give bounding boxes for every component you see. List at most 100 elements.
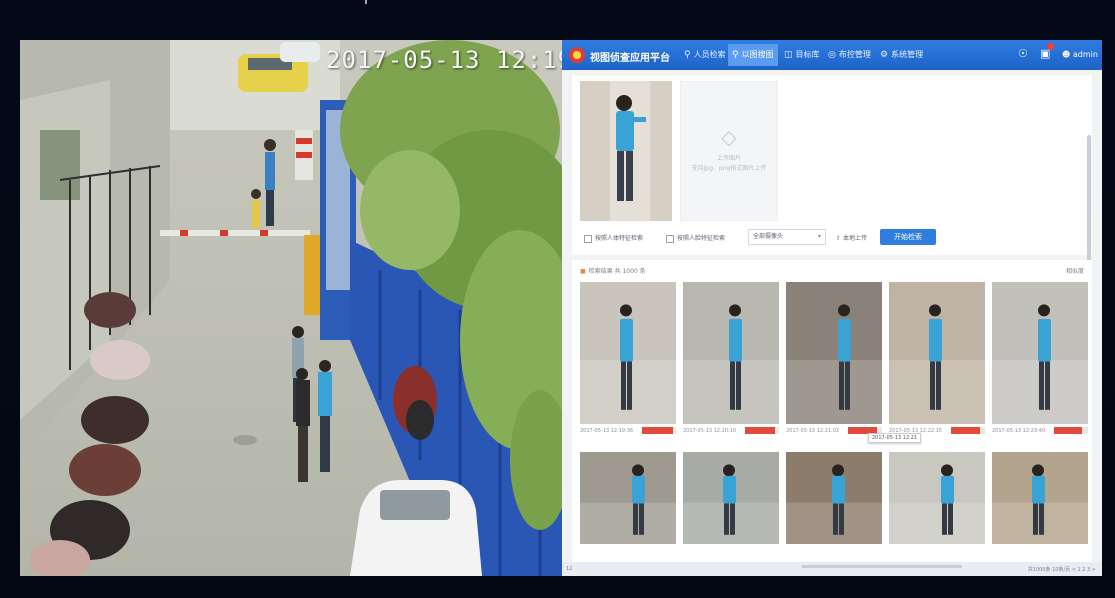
nav-item-image-search[interactable]: ⚲ 以图搜图 — [728, 44, 778, 66]
list-icon: ■ — [580, 268, 586, 275]
top-navbar: 视图侦查应用平台 ⚲ 人员检索 ⚲ 以图搜图 ◫ 目标库 ◎ 布控管理 ⚙ 系统管理 ☉ … — [562, 40, 1102, 70]
nav-item-target-library[interactable]: ◫ 目标库 — [780, 44, 824, 66]
sort-by-similarity[interactable]: 相似度 — [1066, 266, 1084, 275]
upload-title: 上传图片 — [716, 155, 741, 162]
query-person-figure — [580, 81, 672, 221]
face-feature-checkbox[interactable]: 按照人脸特征检索 — [666, 233, 725, 243]
result-card[interactable]: 2017-05-13 12:23:40 — [992, 282, 1088, 436]
results-header: ■ 检索结果 共 1000 条 — [580, 266, 646, 275]
similarity-fill — [745, 427, 775, 434]
start-search-button[interactable]: 开始检索 — [880, 229, 936, 245]
database-icon: ◫ — [784, 50, 793, 60]
police-badge-logo — [569, 47, 585, 63]
user-icon: ☻ — [1062, 50, 1071, 59]
result-timestamp: 2017-05-13 12:23:40 — [992, 428, 1046, 434]
camera-upload-icon: ◇ — [721, 125, 737, 149]
person-figure — [580, 282, 676, 424]
result-card[interactable]: 2017-05-13 12:20:10 — [683, 282, 779, 436]
chevron-down-icon: ▾ — [817, 233, 821, 240]
nav-label: 布控管理 — [838, 50, 871, 59]
person-figure — [580, 452, 676, 544]
result-thumbnail — [889, 452, 985, 544]
person-figure — [786, 282, 882, 424]
cctv-scene — [20, 40, 562, 576]
nav-item-person-search[interactable]: ⚲ 人员检索 — [680, 44, 730, 66]
result-card[interactable] — [786, 452, 882, 544]
result-card[interactable] — [580, 452, 676, 544]
user-name: admin — [1072, 50, 1098, 59]
result-thumbnail — [580, 452, 676, 544]
nav-label: 以图搜图 — [741, 50, 774, 59]
result-timestamp: 2017-05-13 12:19:36 — [580, 428, 634, 434]
similarity-fill — [951, 427, 980, 434]
person-figure — [683, 452, 779, 544]
similarity-bar — [951, 427, 985, 434]
upload-button-label: 本地上传 — [842, 235, 867, 242]
local-upload-button[interactable]: ⇧ 本地上传 — [836, 233, 867, 242]
result-thumbnail — [889, 282, 985, 424]
nav-label: 系统管理 — [891, 50, 924, 59]
cctv-feed: 2017-05-13 12:19:36 — [20, 40, 562, 576]
result-tooltip: 2017-05-13 12:21 — [868, 433, 922, 443]
result-thumbnail — [992, 282, 1088, 424]
cctv-timestamp: 2017-05-13 12:19:36 — [326, 46, 562, 74]
upload-icon: ⇧ — [836, 235, 842, 242]
top-marker — [365, 0, 367, 4]
upload-image-dropzone[interactable]: ◇ 上传图片 支持jpg、png格式图片上传 — [680, 81, 778, 221]
nav-item-system[interactable]: ⚙ 系统管理 — [876, 44, 927, 66]
status-left: 12 — [566, 566, 573, 572]
notification-badge — [1047, 43, 1055, 50]
query-image — [580, 81, 672, 221]
result-meta: 2017-05-13 12:19:36 — [580, 426, 676, 436]
result-timestamp: 2017-05-13 12:21:02 — [786, 428, 840, 434]
result-card[interactable]: 2017-05-13 12:19:36 — [580, 282, 676, 436]
nav-label: 目标库 — [795, 50, 820, 59]
filter-row: 按照人体特征检索 按照人脸特征检索 全部摄像头 ▾ ⇧ 本地上传 开始检索 — [584, 228, 1084, 248]
app-title: 视图侦查应用平台 — [590, 53, 670, 64]
horizontal-scrollbar[interactable] — [802, 565, 962, 568]
result-card[interactable] — [683, 452, 779, 544]
upload-hint: 支持jpg、png格式图片上传 — [691, 165, 767, 172]
nav-item-surveillance[interactable]: ◎ 布控管理 — [824, 44, 875, 66]
result-timestamp: 2017-05-13 12:20:10 — [683, 428, 737, 434]
result-thumbnail — [786, 282, 882, 424]
image-search-icon: ⚲ — [732, 50, 739, 60]
body-feature-checkbox[interactable]: 按照人体特征检索 — [584, 233, 643, 243]
result-thumbnail — [683, 282, 779, 424]
user-menu[interactable]: ☻ admin — [1062, 50, 1098, 59]
status-bar: 12 共1000条 10条/页 < 1 2 3 > — [562, 562, 1102, 576]
result-thumbnail — [580, 282, 676, 424]
settings-icon: ⚙ — [880, 50, 889, 60]
person-figure — [889, 452, 985, 544]
similarity-fill — [642, 427, 674, 434]
person-figure — [889, 282, 985, 424]
pagination[interactable]: 共1000条 10条/页 < 1 2 3 > — [1028, 566, 1096, 573]
similarity-bar — [745, 427, 779, 434]
checkbox-label: 按照人体特征检索 — [595, 235, 644, 242]
select-value: 全部摄像头 — [753, 233, 784, 240]
query-panel: ◇ 上传图片 支持jpg、png格式图片上传 按照人体特征检索 按照人脸特征检索… — [572, 75, 1092, 295]
target-icon: ◎ — [828, 50, 836, 60]
person-figure — [992, 282, 1088, 424]
result-card[interactable] — [889, 452, 985, 544]
result-card[interactable] — [992, 452, 1088, 544]
person-figure — [683, 282, 779, 424]
result-card[interactable]: 2017-05-13 12:21:02 — [786, 282, 882, 436]
result-thumbnail — [786, 452, 882, 544]
help-icon[interactable]: ☉ — [1018, 47, 1028, 60]
result-thumbnail — [683, 452, 779, 544]
result-meta: 2017-05-13 12:23:40 — [992, 426, 1088, 436]
camera-select[interactable]: 全部摄像头 ▾ — [748, 229, 826, 245]
screen: 2017-05-13 12:19:36 视图侦查应用平台 ⚲人员检索 ⚲以图搜图… — [0, 0, 1115, 598]
results-count: 检索结果 共 1000 条 — [588, 268, 646, 275]
results-panel: ■ 检索结果 共 1000 条 相似度 2017-05-13 12:19:36 20… — [572, 260, 1092, 570]
similarity-fill — [1054, 427, 1082, 434]
checkbox-box — [584, 234, 592, 243]
person-figure — [992, 452, 1088, 544]
result-thumbnail — [992, 452, 1088, 544]
result-meta: 2017-05-13 12:20:10 — [683, 426, 779, 436]
result-card[interactable]: 2017-05-13 12:22:15 — [889, 282, 985, 436]
similarity-bar — [1054, 427, 1088, 434]
similarity-bar — [642, 427, 676, 434]
notification-bell-icon[interactable]: ▣ — [1040, 43, 1055, 60]
